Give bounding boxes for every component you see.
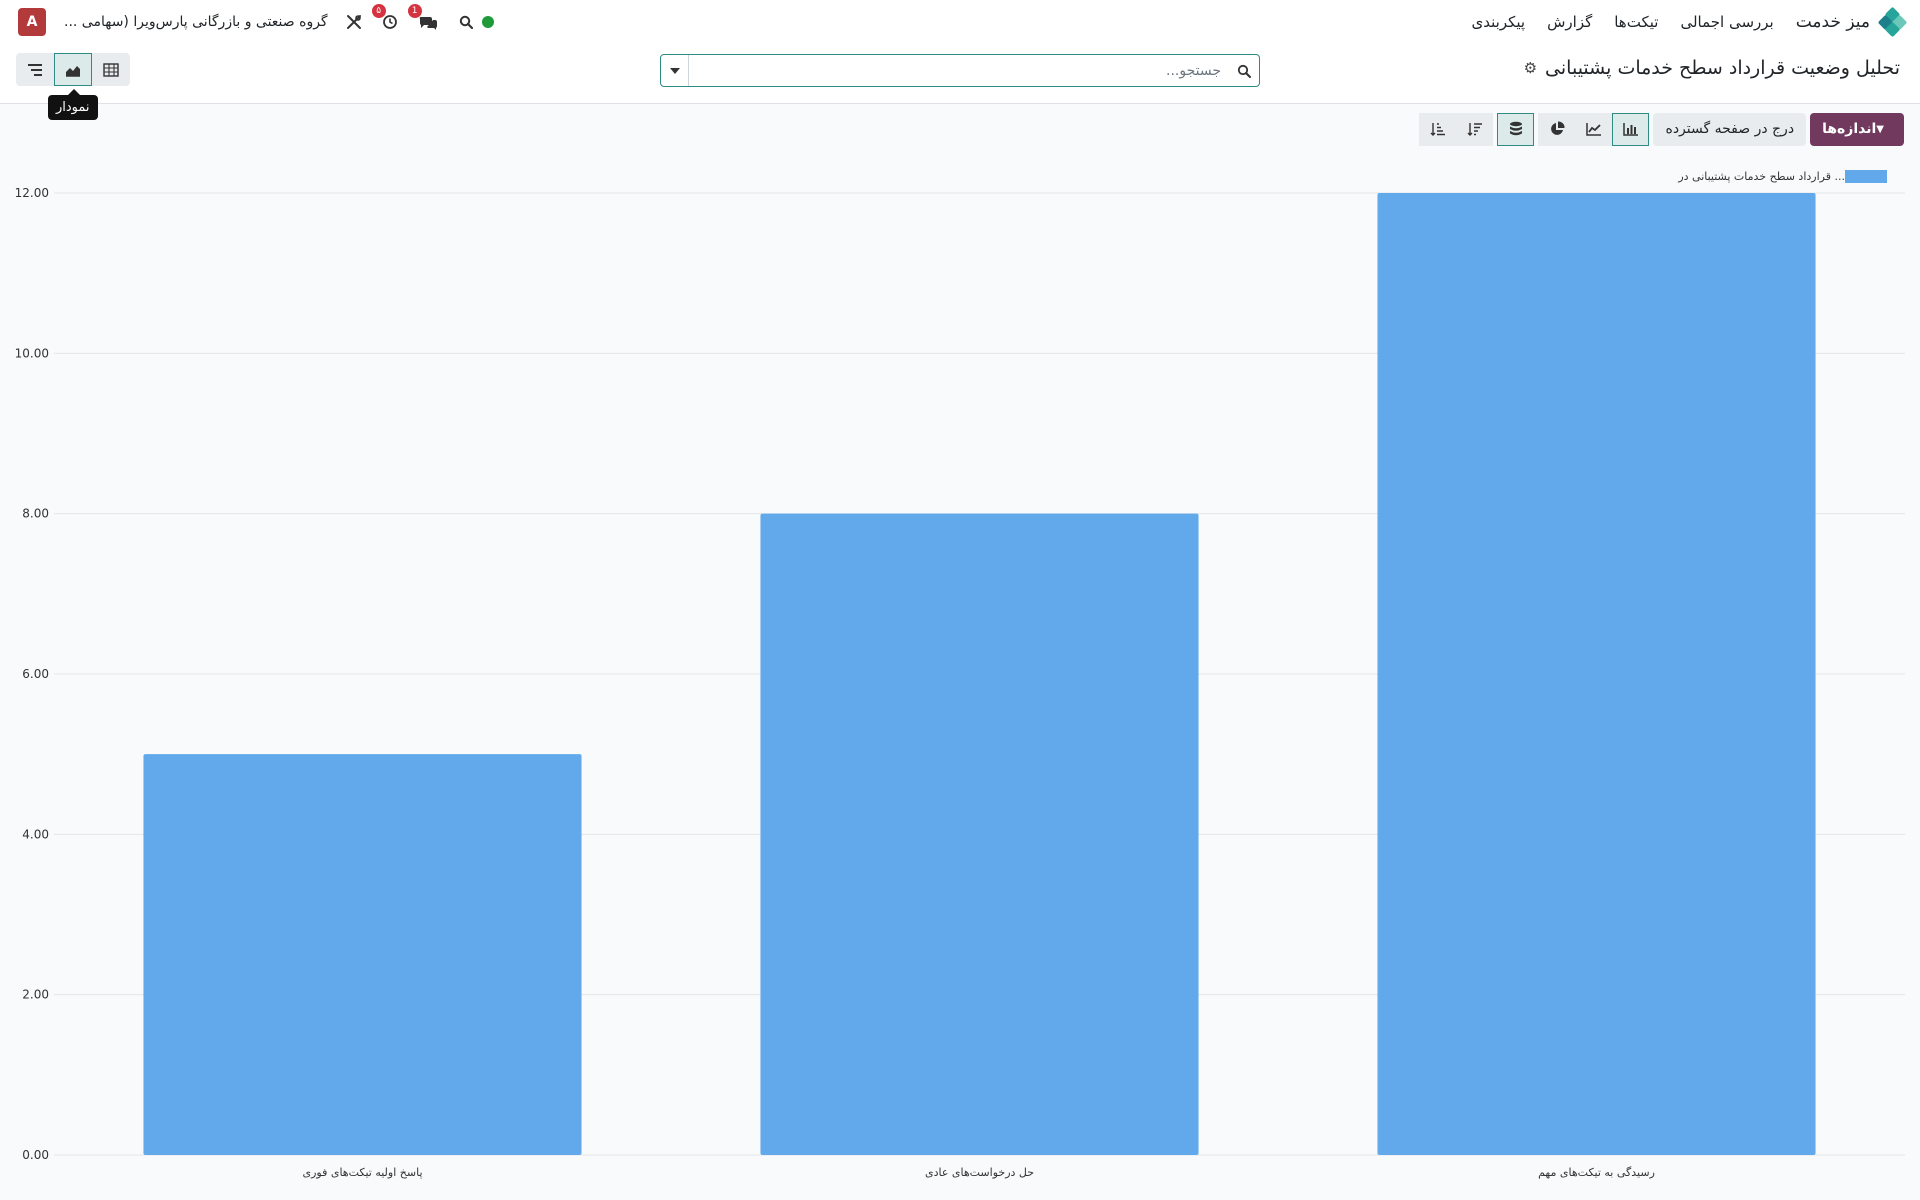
app-name[interactable]: میز خدمت <box>1796 12 1870 32</box>
company-switcher[interactable]: گروه صنعتی و بازرگانی پارس‌ویرا (سهامی .… <box>64 14 328 30</box>
search-magnifier-icon[interactable] <box>1229 64 1259 78</box>
navbar-right: میز خدمت بررسی اجمالی تیکت‌ها گزارش پیکر… <box>1450 0 1908 44</box>
activity-badge: ۵ <box>371 4 386 18</box>
list-icon <box>28 63 42 76</box>
menu-tickets[interactable]: تیکت‌ها <box>1614 13 1658 31</box>
page-title-wrap: تحلیل وضعیت قرارداد سطح خدمات پشتیبانی ⚙ <box>1524 54 1900 82</box>
bar-2[interactable] <box>760 513 1199 1155</box>
y-tick-label: 6.00 <box>22 667 49 681</box>
caret-down-icon: ▼ <box>1876 123 1884 135</box>
pivot-view-button[interactable] <box>92 53 130 86</box>
search-bar <box>660 54 1260 87</box>
legend-label: قرارداد سطح خدمات پشتیبانی در ... <box>1678 170 1845 183</box>
chart-toolbar: اندازه‌ها ▼ درج در صفحه گسترده <box>1419 112 1904 146</box>
view-tooltip: نمودار <box>48 89 98 120</box>
y-tick-label: 2.00 <box>22 988 49 1002</box>
menu-configuration[interactable]: پیکربندی <box>1472 13 1526 31</box>
pivot-icon <box>103 62 119 77</box>
graph-icon <box>66 65 80 77</box>
user-avatar[interactable]: A <box>18 8 46 36</box>
graph-view-button[interactable] <box>54 53 92 86</box>
line-chart-icon <box>1586 123 1601 136</box>
messages-icon[interactable]: 1 <box>407 4 440 32</box>
database-stack-icon <box>1509 121 1522 136</box>
gear-icon[interactable]: ⚙ <box>1524 59 1537 77</box>
page-title: تحلیل وضعیت قرارداد سطح خدمات پشتیبانی <box>1545 57 1900 79</box>
y-tick-label: 8.00 <box>22 507 49 521</box>
y-tick-label: 4.00 <box>22 827 49 841</box>
debug-tools-icon[interactable] <box>344 12 364 32</box>
bar-1[interactable] <box>143 754 582 1155</box>
list-view-button[interactable] <box>16 53 54 86</box>
messages-badge: 1 <box>407 4 422 18</box>
sort-descending-icon <box>1467 123 1482 136</box>
pie-chart-button[interactable] <box>1538 112 1576 146</box>
legend-swatch <box>1845 170 1887 183</box>
measures-label: اندازه‌ها <box>1822 121 1877 137</box>
bar-chart-button[interactable] <box>1612 112 1650 146</box>
view-switcher <box>16 53 130 86</box>
search-icon[interactable] <box>456 12 476 32</box>
sort-descending-button[interactable] <box>1456 112 1494 146</box>
menu-reporting[interactable]: گزارش <box>1547 13 1592 31</box>
bar-chart-icon <box>1623 123 1638 136</box>
control-panel: تحلیل وضعیت قرارداد سطح خدمات پشتیبانی ⚙ <box>0 44 1920 104</box>
x-tick-label: پاسخ اولیه تیکت‌های فوری <box>302 1166 422 1179</box>
activity-clock-icon[interactable]: ۵ <box>371 4 400 32</box>
stacked-toggle-button[interactable] <box>1497 112 1535 146</box>
insert-in-spreadsheet-button[interactable]: درج در صفحه گسترده <box>1653 112 1807 146</box>
app-logo-icon[interactable] <box>1877 6 1908 38</box>
caret-down-icon <box>669 67 680 74</box>
y-tick-label: 0.00 <box>22 1148 49 1162</box>
presence-status-icon <box>481 16 494 28</box>
sort-ascending-icon <box>1430 123 1445 136</box>
search-input[interactable] <box>689 55 1229 86</box>
measures-dropdown-button[interactable]: اندازه‌ها ▼ <box>1810 112 1904 146</box>
x-tick-label: حل درخواست‌های عادی <box>925 1166 1034 1179</box>
x-tick-label: رسیدگی به تیکت‌های مهم <box>1538 1166 1655 1179</box>
chart-type-group <box>1538 112 1650 146</box>
line-chart-button[interactable] <box>1575 112 1613 146</box>
search-options-toggle[interactable] <box>661 55 689 86</box>
sort-ascending-button[interactable] <box>1419 112 1457 146</box>
menu-overview[interactable]: بررسی اجمالی <box>1680 13 1773 31</box>
y-tick-label: 10.00 <box>15 346 49 360</box>
bar-3[interactable] <box>1377 193 1816 1155</box>
bar-chart: 0.00 2.00 4.00 6.00 8.00 10.00 12.00 پاسخ اولیه… <box>15 186 1905 1179</box>
pie-chart-icon <box>1551 121 1565 135</box>
top-navbar: میز خدمت بررسی اجمالی تیکت‌ها گزارش پیکر… <box>0 0 1920 44</box>
chart-legend[interactable]: قرارداد سطح خدمات پشتیبانی در ... <box>1678 170 1895 183</box>
sort-group <box>1419 112 1494 146</box>
y-tick-label: 12.00 <box>15 186 49 200</box>
navbar-left: A گروه صنعتی و بازرگانی پارس‌ویرا (سهامی… <box>18 0 494 44</box>
stacked-group <box>1497 112 1535 146</box>
